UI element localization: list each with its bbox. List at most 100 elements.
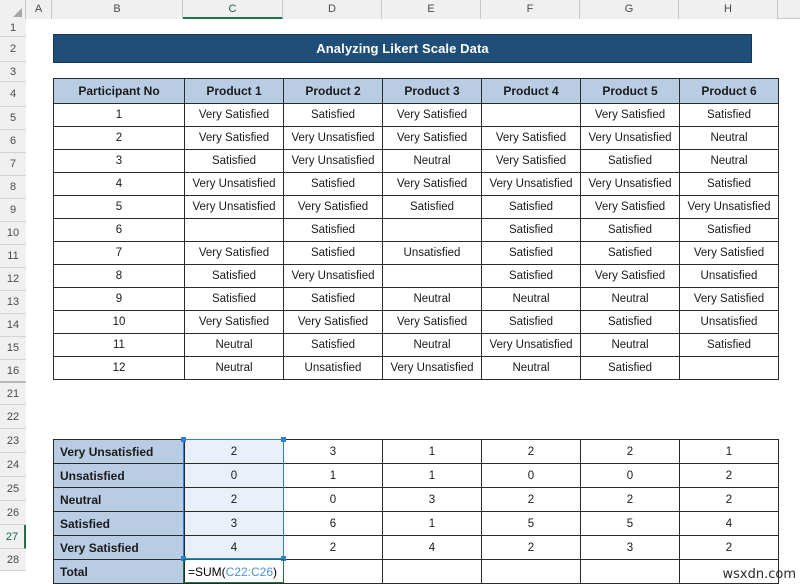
- cell-product-2-response[interactable]: Satisfied: [284, 219, 383, 242]
- column-header-c[interactable]: C: [183, 0, 283, 19]
- cell-product-5-response[interactable]: Satisfied: [581, 219, 680, 242]
- cell-product-4-response[interactable]: Very Unsatisfied: [482, 173, 581, 196]
- cell-participant-no[interactable]: 3: [54, 150, 185, 173]
- cell-product-1-response[interactable]: Satisfied: [185, 288, 284, 311]
- cell-product-3-response[interactable]: Neutral: [383, 150, 482, 173]
- row-header-6[interactable]: 6: [0, 130, 26, 153]
- row-header-25[interactable]: 25: [0, 477, 26, 501]
- summary-count-cell[interactable]: 2: [482, 440, 581, 464]
- select-all-button[interactable]: [0, 0, 26, 19]
- cell-participant-no[interactable]: 8: [54, 265, 185, 288]
- row-header-24[interactable]: 24: [0, 453, 26, 477]
- column-header-d[interactable]: D: [283, 0, 382, 19]
- summary-count-cell[interactable]: [284, 560, 383, 584]
- summary-count-cell[interactable]: 2: [482, 488, 581, 512]
- summary-count-cell[interactable]: 1: [680, 440, 779, 464]
- cell-participant-no[interactable]: 12: [54, 357, 185, 380]
- cell-product-1-response[interactable]: Satisfied: [185, 265, 284, 288]
- summary-count-cell[interactable]: 0: [482, 464, 581, 488]
- row-header-11[interactable]: 11: [0, 245, 26, 268]
- cell-product-3-response[interactable]: Very Satisfied: [383, 311, 482, 334]
- cell-participant-no[interactable]: 9: [54, 288, 185, 311]
- summary-count-cell[interactable]: 2: [185, 440, 284, 464]
- cell-product-1-response[interactable]: Very Unsatisfied: [185, 173, 284, 196]
- summary-count-cell[interactable]: 2: [185, 488, 284, 512]
- summary-count-cell[interactable]: 5: [482, 512, 581, 536]
- cell-product-5-response[interactable]: Satisfied: [581, 150, 680, 173]
- summary-count-cell[interactable]: 3: [581, 536, 680, 560]
- cell-product-2-response[interactable]: Very Satisfied: [284, 311, 383, 334]
- cell-product-6-response[interactable]: Satisfied: [680, 219, 779, 242]
- cell-product-5-response[interactable]: Satisfied: [581, 311, 680, 334]
- summary-count-cell[interactable]: 3: [284, 440, 383, 464]
- row-header-26[interactable]: 26: [0, 501, 26, 525]
- summary-row-label[interactable]: Very Satisfied: [54, 536, 185, 560]
- cell-product-6-response[interactable]: Unsatisfied: [680, 311, 779, 334]
- summary-row-label[interactable]: Unsatisfied: [54, 464, 185, 488]
- cell-product-4-response[interactable]: Neutral: [482, 288, 581, 311]
- cell-product-2-response[interactable]: Very Unsatisfied: [284, 127, 383, 150]
- column-header-a[interactable]: A: [26, 0, 52, 19]
- cell-participant-no[interactable]: 7: [54, 242, 185, 265]
- cell-product-6-response[interactable]: Satisfied: [680, 334, 779, 357]
- cell-product-2-response[interactable]: Unsatisfied: [284, 357, 383, 380]
- cell-product-2-response[interactable]: Very Unsatisfied: [284, 150, 383, 173]
- cell-product-4-response[interactable]: Satisfied: [482, 265, 581, 288]
- cell-product-3-response[interactable]: Neutral: [383, 334, 482, 357]
- cell-participant-no[interactable]: 4: [54, 173, 185, 196]
- summary-count-cell[interactable]: 2: [680, 464, 779, 488]
- row-header-23[interactable]: 23: [0, 429, 26, 453]
- cell-product-5-response[interactable]: Satisfied: [581, 357, 680, 380]
- cell-product-6-response[interactable]: Very Satisfied: [680, 242, 779, 265]
- cell-product-3-response[interactable]: [383, 265, 482, 288]
- summary-count-cell[interactable]: 2: [284, 536, 383, 560]
- summary-count-cell[interactable]: 2: [581, 488, 680, 512]
- cell-product-3-response[interactable]: Very Unsatisfied: [383, 357, 482, 380]
- cell-product-4-response[interactable]: Very Satisfied: [482, 127, 581, 150]
- cell-product-6-response[interactable]: Neutral: [680, 127, 779, 150]
- cell-product-3-response[interactable]: Very Satisfied: [383, 127, 482, 150]
- cell-product-5-response[interactable]: Very Unsatisfied: [581, 127, 680, 150]
- cell-product-2-response[interactable]: Very Satisfied: [284, 196, 383, 219]
- row-header-12[interactable]: 12: [0, 268, 26, 291]
- summary-row-label[interactable]: Very Unsatisfied: [54, 440, 185, 464]
- row-header-2[interactable]: 2: [0, 37, 26, 62]
- column-header-b[interactable]: B: [52, 0, 183, 19]
- row-header-16[interactable]: 16: [0, 360, 26, 383]
- summary-count-cell[interactable]: 5: [581, 512, 680, 536]
- row-header-22[interactable]: 22: [0, 405, 26, 429]
- cell-product-2-response[interactable]: Satisfied: [284, 104, 383, 127]
- row-header-3[interactable]: 3: [0, 62, 26, 82]
- row-header-28[interactable]: 28: [0, 549, 26, 571]
- cell-product-3-response[interactable]: Very Satisfied: [383, 173, 482, 196]
- row-header-4[interactable]: 4: [0, 82, 26, 107]
- row-header-14[interactable]: 14: [0, 314, 26, 337]
- cell-product-1-response[interactable]: Very Satisfied: [185, 242, 284, 265]
- row-header-15[interactable]: 15: [0, 337, 26, 360]
- summary-count-cell[interactable]: 6: [284, 512, 383, 536]
- cell-product-1-response[interactable]: Neutral: [185, 334, 284, 357]
- cell-product-4-response[interactable]: Satisfied: [482, 311, 581, 334]
- cell-product-6-response[interactable]: Very Satisfied: [680, 288, 779, 311]
- summary-count-cell[interactable]: 0: [581, 464, 680, 488]
- cell-participant-no[interactable]: 10: [54, 311, 185, 334]
- cell-participant-no[interactable]: 5: [54, 196, 185, 219]
- cell-product-3-response[interactable]: Very Satisfied: [383, 104, 482, 127]
- summary-count-cell[interactable]: 2: [680, 536, 779, 560]
- summary-count-cell[interactable]: 2: [680, 488, 779, 512]
- summary-count-cell[interactable]: 0: [185, 464, 284, 488]
- cell-product-5-response[interactable]: Neutral: [581, 288, 680, 311]
- cell-product-6-response[interactable]: [680, 357, 779, 380]
- cell-product-6-response[interactable]: Satisfied: [680, 173, 779, 196]
- cell-product-5-response[interactable]: Very Satisfied: [581, 104, 680, 127]
- row-header-8[interactable]: 8: [0, 176, 26, 199]
- summary-count-cell[interactable]: 0: [284, 488, 383, 512]
- cell-product-3-response[interactable]: Unsatisfied: [383, 242, 482, 265]
- cell-product-1-response[interactable]: Very Unsatisfied: [185, 196, 284, 219]
- summary-count-cell[interactable]: 1: [383, 512, 482, 536]
- cell-product-2-response[interactable]: Very Unsatisfied: [284, 265, 383, 288]
- cell-participant-no[interactable]: 1: [54, 104, 185, 127]
- cell-product-5-response[interactable]: Very Unsatisfied: [581, 173, 680, 196]
- row-header-10[interactable]: 10: [0, 222, 26, 245]
- cell-product-3-response[interactable]: [383, 219, 482, 242]
